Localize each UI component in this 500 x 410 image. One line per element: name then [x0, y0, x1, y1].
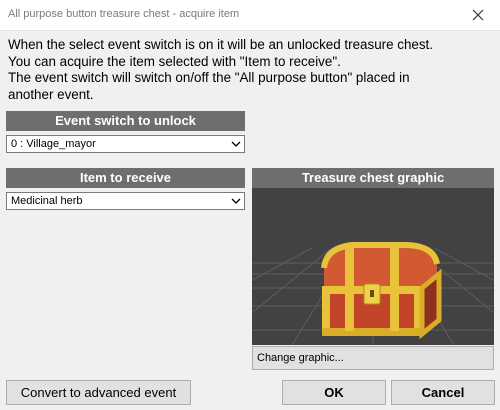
change-graphic-label: Change graphic...	[257, 352, 344, 364]
event-switch-dropdown[interactable]: 0 : Village_mayor	[6, 135, 245, 153]
event-switch-value: 0 : Village_mayor	[11, 138, 96, 150]
chevron-down-icon[interactable]	[228, 136, 244, 152]
description-line: another event.	[8, 86, 94, 102]
chevron-down-icon[interactable]	[228, 193, 244, 209]
item-header: Item to receive	[6, 168, 245, 188]
chest-preview	[252, 188, 494, 345]
close-icon	[472, 9, 484, 21]
description-line: The event switch will switch on/off the …	[8, 70, 410, 85]
title-bar: All purpose button treasure chest - acqu…	[0, 0, 500, 31]
window-title: All purpose button treasure chest - acqu…	[8, 8, 240, 20]
close-button[interactable]	[456, 0, 500, 30]
item-value: Medicinal herb	[11, 195, 83, 207]
treasure-chest-graphic	[252, 242, 494, 345]
item-dropdown[interactable]: Medicinal herb	[6, 192, 245, 210]
event-switch-header: Event switch to unlock	[6, 111, 245, 131]
cancel-button[interactable]: Cancel	[391, 380, 495, 405]
description-line: You can acquire the item selected with "…	[8, 53, 341, 69]
convert-advanced-event-button[interactable]: Convert to advanced event	[6, 380, 191, 405]
description: When the select event switch is on it wi…	[8, 37, 492, 103]
change-graphic-button[interactable]: Change graphic...	[252, 346, 494, 370]
graphic-header: Treasure chest graphic	[252, 168, 494, 188]
ok-button[interactable]: OK	[282, 380, 386, 405]
description-line: When the select event switch is on it wi…	[8, 37, 433, 52]
chest-icon	[321, 242, 442, 340]
